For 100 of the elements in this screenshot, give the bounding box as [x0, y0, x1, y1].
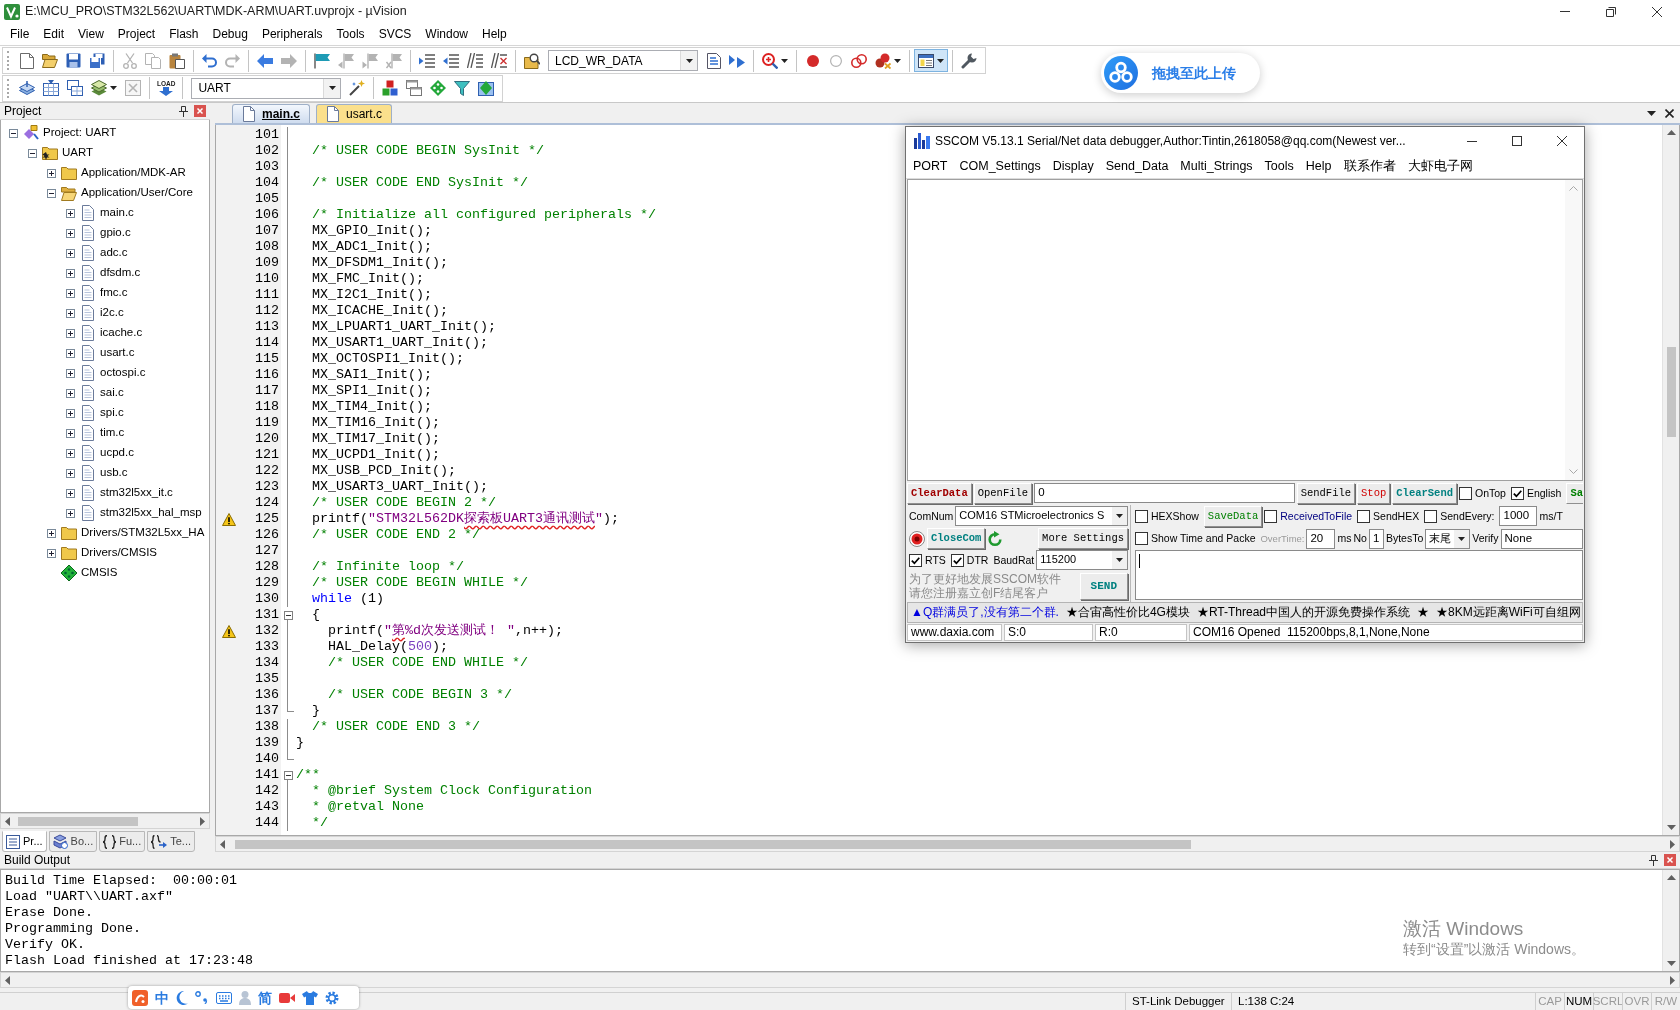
dropdown-field[interactable]: LCD_WR_DATA: [548, 50, 698, 72]
menu-item[interactable]: Display: [1046, 159, 1100, 174]
packet-number-field[interactable]: 1: [1368, 528, 1384, 549]
open-file-button[interactable]: OpenFile: [973, 482, 1033, 504]
ime-button[interactable]: 中: [155, 990, 169, 1005]
down-arrow-icon[interactable]: [1666, 961, 1676, 966]
horizontal-scrollbar[interactable]: [215, 836, 1680, 852]
tree-item[interactable]: dfsdm.c: [100, 266, 141, 280]
expand-icon[interactable]: [47, 168, 56, 178]
clear-data-button[interactable]: ClearData: [907, 482, 972, 504]
menu-item[interactable]: Help: [1299, 159, 1338, 174]
pin-icon[interactable]: [1649, 854, 1658, 866]
partial-button[interactable]: Sa: [1566, 482, 1583, 504]
tree-item[interactable]: main.c: [100, 206, 134, 220]
expand-icon[interactable]: [47, 548, 56, 558]
menu-item[interactable]: Tools: [329, 24, 372, 44]
up-arrow-icon[interactable]: [1666, 875, 1676, 880]
bytes-to-dropdown[interactable]: 末尾: [1425, 528, 1471, 549]
right-arrow-icon[interactable]: [1670, 975, 1675, 985]
up-arrow-icon[interactable]: [1666, 130, 1676, 135]
port-dropdown[interactable]: COM16 STMicroelectronics S: [955, 506, 1128, 526]
video-camera-icon[interactable]: [279, 991, 295, 1004]
menu-item[interactable]: Project: [110, 24, 163, 44]
tree-item[interactable]: UART: [62, 146, 94, 160]
tree-item[interactable]: stm32l5xx_hal_msp: [100, 506, 202, 520]
baud-rate-dropdown[interactable]: 115200: [1036, 550, 1128, 570]
tree-item[interactable]: Application/User/Core: [81, 186, 193, 200]
scrollbar-thumb[interactable]: [235, 839, 1191, 849]
tree-item[interactable]: usb.c: [100, 466, 128, 480]
clear-send-button[interactable]: ClearSend: [1392, 482, 1457, 504]
menu-item[interactable]: COM_Settings: [953, 159, 1047, 174]
vertical-scrollbar[interactable]: [1662, 870, 1679, 971]
tree-item[interactable]: usart.c: [100, 346, 135, 360]
close-port-button[interactable]: CloseCom: [927, 528, 986, 549]
menu-item[interactable]: Window: [418, 24, 475, 44]
expand-icon[interactable]: [66, 248, 75, 258]
tree-item[interactable]: tim.c: [100, 426, 125, 440]
menu-item[interactable]: Debug: [205, 24, 255, 44]
tree-item[interactable]: sai.c: [100, 386, 124, 400]
expand-icon[interactable]: [66, 388, 75, 398]
send-area[interactable]: [1135, 550, 1583, 600]
collapse-icon[interactable]: [47, 188, 56, 198]
checkbox[interactable]: [1424, 509, 1438, 523]
tree-item[interactable]: ucpd.c: [100, 446, 134, 460]
expand-icon[interactable]: [66, 408, 75, 418]
expand-icon[interactable]: [66, 288, 75, 298]
send-button[interactable]: SEND: [1079, 572, 1128, 600]
tree-item[interactable]: spi.c: [100, 406, 124, 420]
expand-icon[interactable]: [66, 448, 75, 458]
menu-item[interactable]: Send_Data: [1099, 159, 1175, 174]
file-path-field[interactable]: 0: [1034, 483, 1295, 503]
expand-icon[interactable]: [66, 468, 75, 478]
panel-tab[interactable]: Fu...: [99, 831, 146, 852]
menu-item[interactable]: File: [3, 24, 37, 44]
menu-item[interactable]: Multi_Strings: [1174, 159, 1259, 174]
save-data-button[interactable]: SaveData: [1203, 505, 1263, 527]
more-settings-button[interactable]: More Settings: [1038, 528, 1128, 549]
scrollbar-thumb[interactable]: [18, 816, 138, 826]
menu-item[interactable]: PORT: [907, 159, 954, 174]
left-arrow-icon[interactable]: [5, 975, 10, 985]
collapse-icon[interactable]: [283, 610, 293, 620]
tree-item[interactable]: fmc.c: [100, 286, 128, 300]
file-tab[interactable]: main.c: [232, 104, 310, 123]
upload-bubble[interactable]: 拖拽至此上传: [1101, 53, 1260, 93]
toolbar-button[interactable]: [914, 49, 948, 73]
tree-item[interactable]: i2c.c: [100, 306, 124, 320]
checkbox[interactable]: [1459, 486, 1472, 500]
right-arrow-icon[interactable]: [1670, 839, 1675, 849]
expand-icon[interactable]: [66, 348, 75, 358]
checkbox[interactable]: [1264, 509, 1278, 523]
expand-icon[interactable]: [66, 208, 75, 218]
collapse-icon[interactable]: [283, 770, 293, 780]
horizontal-scrollbar[interactable]: [0, 972, 1680, 988]
dropdown-field[interactable]: UART: [191, 77, 342, 99]
expand-icon[interactable]: [66, 508, 75, 518]
panel-tab[interactable]: Pr...: [2, 831, 47, 852]
tree-item[interactable]: Drivers/CMSIS: [81, 546, 158, 560]
checkbox[interactable]: [1135, 532, 1148, 545]
down-arrow-icon[interactable]: [1666, 825, 1676, 830]
left-arrow-icon[interactable]: [5, 816, 10, 826]
menu-item[interactable]: Help: [475, 24, 514, 44]
menu-item[interactable]: Peripherals: [254, 24, 330, 44]
menu-item[interactable]: SVCS: [371, 24, 419, 44]
expand-icon[interactable]: [66, 488, 75, 498]
tree-item[interactable]: Drivers/STM32L5xx_HA: [81, 526, 205, 540]
checkbox[interactable]: [909, 553, 922, 567]
checkbox[interactable]: [950, 553, 964, 567]
moon-icon[interactable]: [176, 990, 188, 1005]
tree-item[interactable]: stm32l5xx_it.c: [100, 486, 173, 500]
menu-item[interactable]: View: [71, 24, 111, 44]
tree-item[interactable]: CMSIS: [81, 566, 118, 580]
horizontal-scrollbar[interactable]: [0, 813, 210, 829]
menu-item[interactable]: Tools: [1258, 159, 1300, 174]
right-arrow-icon[interactable]: [200, 816, 205, 826]
expand-icon[interactable]: [66, 428, 75, 438]
menu-item[interactable]: Flash: [162, 24, 206, 44]
tree-item[interactable]: icache.c: [100, 326, 143, 340]
menu-item[interactable]: Edit: [36, 24, 72, 44]
checkbox[interactable]: [1135, 509, 1148, 523]
shirt-icon[interactable]: [302, 990, 318, 1005]
